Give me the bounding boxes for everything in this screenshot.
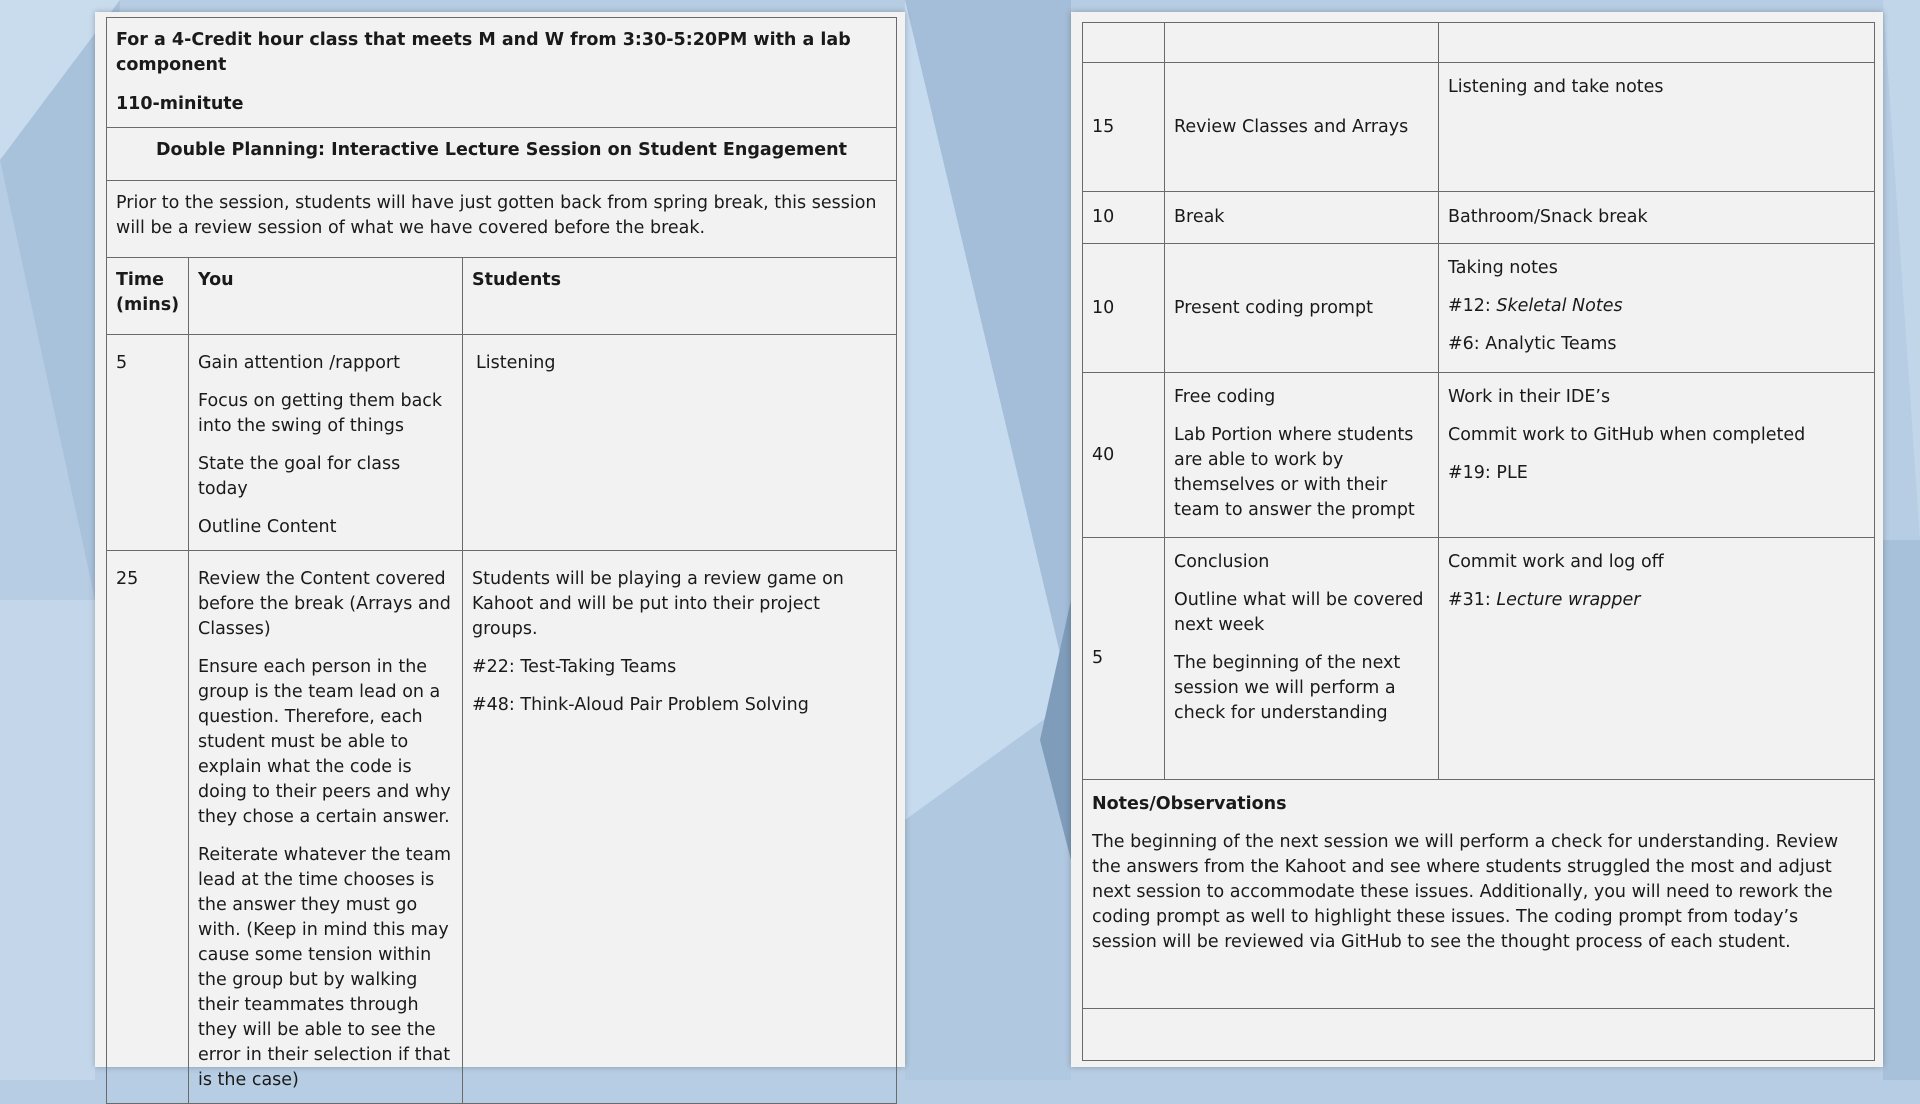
row-time: 40: [1082, 372, 1165, 538]
row-students-line: Work in their IDE’s: [1448, 387, 1611, 407]
header-line-1: For a 4-Credit hour class that meets M a…: [116, 30, 851, 75]
row-you-line: State the goal for class today: [198, 454, 401, 499]
row-students-line: Commit work to GitHub when completed: [1448, 425, 1806, 445]
row-students-line: #6: Analytic Teams: [1448, 334, 1617, 354]
row-you: Gain attention /rapport Focus on getting…: [188, 334, 463, 551]
row-time: 5: [106, 334, 189, 551]
row-students: Listening: [461, 334, 898, 551]
column-header-you: You: [188, 257, 463, 335]
row-time: 15: [1082, 62, 1165, 192]
table-row: 15 Review Classes and Arrays Listening a…: [1082, 62, 1875, 192]
table-row: 5 Gain attention /rapport Focus on getti…: [106, 334, 898, 551]
row-you-line: Outline what will be covered next week: [1174, 590, 1424, 635]
row-you: Free coding Lab Portion where students a…: [1164, 372, 1439, 538]
row-students-line: #12: Skeletal Notes: [1448, 294, 1865, 319]
row-you: Conclusion Outline what will be covered …: [1164, 537, 1439, 780]
strategy-number: #31:: [1448, 590, 1497, 610]
row-students-line: #19: PLE: [1448, 463, 1528, 483]
column-header-time: Time (mins): [106, 257, 189, 335]
row-time: 10: [1082, 191, 1165, 244]
row-you: Review the Content covered before the br…: [188, 550, 463, 1104]
blank-cell: [1082, 1008, 1875, 1061]
header-line-2: 110-minitute: [116, 94, 244, 114]
row-you-line: Focus on getting them back into the swin…: [198, 391, 443, 436]
row-students-line: #22: Test-Taking Teams: [472, 657, 677, 677]
strategy-name: Lecture wrapper: [1496, 590, 1641, 610]
table-row: 25 Review the Content covered before the…: [106, 550, 898, 1104]
row-students-line: #31: Lecture wrapper: [1448, 588, 1865, 613]
row-time: 5: [1082, 537, 1165, 780]
strategy-name: Skeletal Notes: [1496, 296, 1623, 316]
row-students: Work in their IDE’s Commit work to GitHu…: [1438, 372, 1875, 538]
row-students: Taking notes #12: Skeletal Notes #6: Ana…: [1438, 243, 1875, 373]
table-row: 5 Conclusion Outline what will be covere…: [1082, 537, 1875, 780]
notes-cell: Notes/Observations The beginning of the …: [1082, 779, 1875, 1009]
row-you-line: Reiterate whatever the team lead at the …: [198, 845, 452, 1090]
row-you-line: Review the Content covered before the br…: [198, 569, 451, 639]
row-students-line: Listening: [476, 353, 556, 373]
row-time: 25: [106, 550, 189, 1104]
row-you: Break: [1164, 191, 1439, 244]
blank-cell: [1164, 22, 1439, 63]
header-cell: For a 4-Credit hour class that meets M a…: [105, 17, 898, 128]
row-you-line: Conclusion: [1174, 552, 1270, 572]
table-row: 40 Free coding Lab Portion where student…: [1082, 372, 1875, 538]
row-students-line: Taking notes: [1448, 258, 1558, 278]
row-you-line: Ensure each person in the group is the t…: [198, 657, 451, 827]
row-students: Students will be playing a review game o…: [461, 550, 898, 1104]
row-students-line: Students will be playing a review game o…: [472, 569, 844, 639]
row-you-line: Free coding: [1174, 387, 1276, 407]
session-title: Double Planning: Interactive Lecture Ses…: [105, 127, 898, 181]
row-you-line: Outline Content: [198, 517, 337, 537]
blank-header-row: [1082, 22, 1875, 63]
column-header-students: Students: [461, 257, 898, 335]
row-you-line: The beginning of the next session we wil…: [1174, 653, 1401, 723]
table-row: 10 Break Bathroom/Snack break: [1082, 191, 1875, 244]
session-intro: Prior to the session, students will have…: [105, 180, 898, 258]
row-you: Present coding prompt: [1164, 243, 1439, 373]
table-row: 10 Present coding prompt Taking notes #1…: [1082, 243, 1875, 373]
lesson-plan-page-left: For a 4-Credit hour class that meets M a…: [95, 12, 905, 1104]
blank-cell: [1082, 22, 1165, 63]
strategy-number: #12:: [1448, 296, 1497, 316]
row-time: 10: [1082, 243, 1165, 373]
notes-row: Notes/Observations The beginning of the …: [1082, 779, 1875, 1009]
lesson-plan-page-right: 15 Review Classes and Arrays Listening a…: [1071, 12, 1883, 1067]
row-you: Review Classes and Arrays: [1164, 62, 1439, 192]
row-students: Bathroom/Snack break: [1438, 191, 1875, 244]
row-students: Listening and take notes: [1438, 62, 1875, 192]
row-students-line: Commit work and log off: [1448, 552, 1664, 572]
lesson-plan-table-right: 15 Review Classes and Arrays Listening a…: [1082, 22, 1875, 1061]
notes-body: The beginning of the next session we wil…: [1092, 832, 1839, 952]
notes-heading: Notes/Observations: [1092, 794, 1287, 814]
blank-footer-row: [1082, 1008, 1875, 1061]
row-you-line: Lab Portion where students are able to w…: [1174, 425, 1415, 520]
lesson-plan-table-left: For a 4-Credit hour class that meets M a…: [105, 17, 898, 1104]
blank-cell: [1438, 22, 1875, 63]
row-students: Commit work and log off #31: Lecture wra…: [1438, 537, 1875, 780]
row-students-line: #48: Think-Aloud Pair Problem Solving: [472, 695, 809, 715]
row-you-line: Gain attention /rapport: [198, 353, 400, 373]
